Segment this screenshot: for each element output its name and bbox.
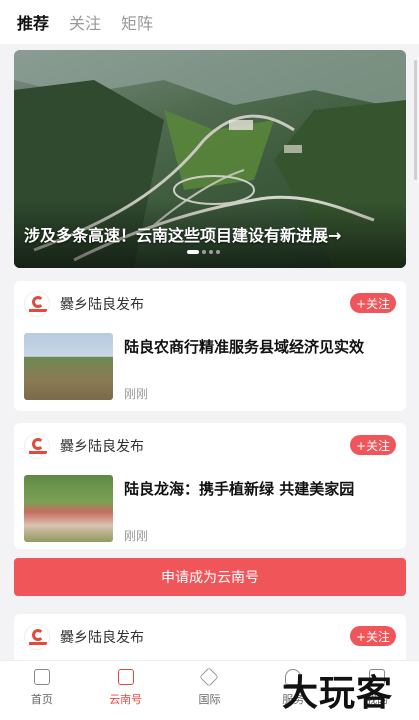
news-title[interactable]: 陆良农商行精准服务县域经济见实效 bbox=[124, 336, 394, 358]
watermark: 大玩客 bbox=[282, 673, 394, 714]
follow-button[interactable]: +关注 bbox=[350, 293, 396, 313]
diamond-icon bbox=[199, 667, 220, 687]
hero-title[interactable]: 涉及多条高速！云南这些项目建设有新进展→ bbox=[24, 222, 341, 246]
top-tab-bar: 推荐 关注 矩阵 bbox=[0, 0, 419, 44]
news-title[interactable]: 陆良龙海：携手植新绿 共建美家园 bbox=[124, 478, 394, 500]
source-name[interactable]: 爨乡陆良发布 bbox=[60, 436, 144, 456]
source-logo-icon bbox=[24, 291, 50, 317]
nav-international[interactable]: 国际 bbox=[168, 661, 252, 720]
news-thumbnail[interactable] bbox=[24, 333, 113, 400]
news-thumbnail[interactable] bbox=[24, 475, 113, 542]
source-logo-icon bbox=[24, 624, 50, 650]
hero-banner[interactable]: 涉及多条高速！云南这些项目建设有新进展→ bbox=[14, 50, 406, 268]
news-card[interactable]: 爨乡陆良发布 +关注 陆良农商行精准服务县域经济见实效 刚刚 bbox=[14, 281, 406, 411]
news-time: 刚刚 bbox=[124, 387, 149, 401]
source-name[interactable]: 爨乡陆良发布 bbox=[60, 294, 144, 314]
tab-follow[interactable]: 关注 bbox=[69, 10, 101, 34]
news-card[interactable]: 爨乡陆良发布 +关注 陆良龙海：携手植新绿 共建美家园 刚刚 bbox=[14, 423, 406, 549]
follow-button[interactable]: +关注 bbox=[350, 435, 396, 455]
nav-label: 国际 bbox=[198, 693, 221, 706]
nav-home[interactable]: 首页 bbox=[0, 661, 84, 720]
carousel-dot[interactable] bbox=[202, 250, 206, 254]
scrollbar[interactable] bbox=[414, 60, 417, 180]
apply-yunnan-account-button[interactable]: 申请成为云南号 bbox=[14, 558, 406, 596]
phone-icon bbox=[117, 669, 134, 685]
carousel-dot[interactable] bbox=[209, 250, 213, 254]
source-name[interactable]: 爨乡陆良发布 bbox=[60, 627, 144, 647]
source-logo-icon bbox=[24, 433, 50, 459]
tab-matrix[interactable]: 矩阵 bbox=[121, 10, 153, 34]
news-time: 刚刚 bbox=[124, 529, 149, 543]
home-icon bbox=[33, 669, 50, 685]
nav-label: 首页 bbox=[30, 693, 53, 706]
carousel-dot[interactable] bbox=[187, 250, 199, 254]
tab-recommend[interactable]: 推荐 bbox=[17, 10, 49, 34]
follow-button[interactable]: +关注 bbox=[350, 626, 396, 646]
nav-label: 云南号 bbox=[109, 693, 143, 706]
carousel-dot[interactable] bbox=[216, 250, 220, 254]
carousel-indicator bbox=[187, 250, 220, 254]
nav-yunnan-account[interactable]: 云南号 bbox=[84, 661, 168, 720]
